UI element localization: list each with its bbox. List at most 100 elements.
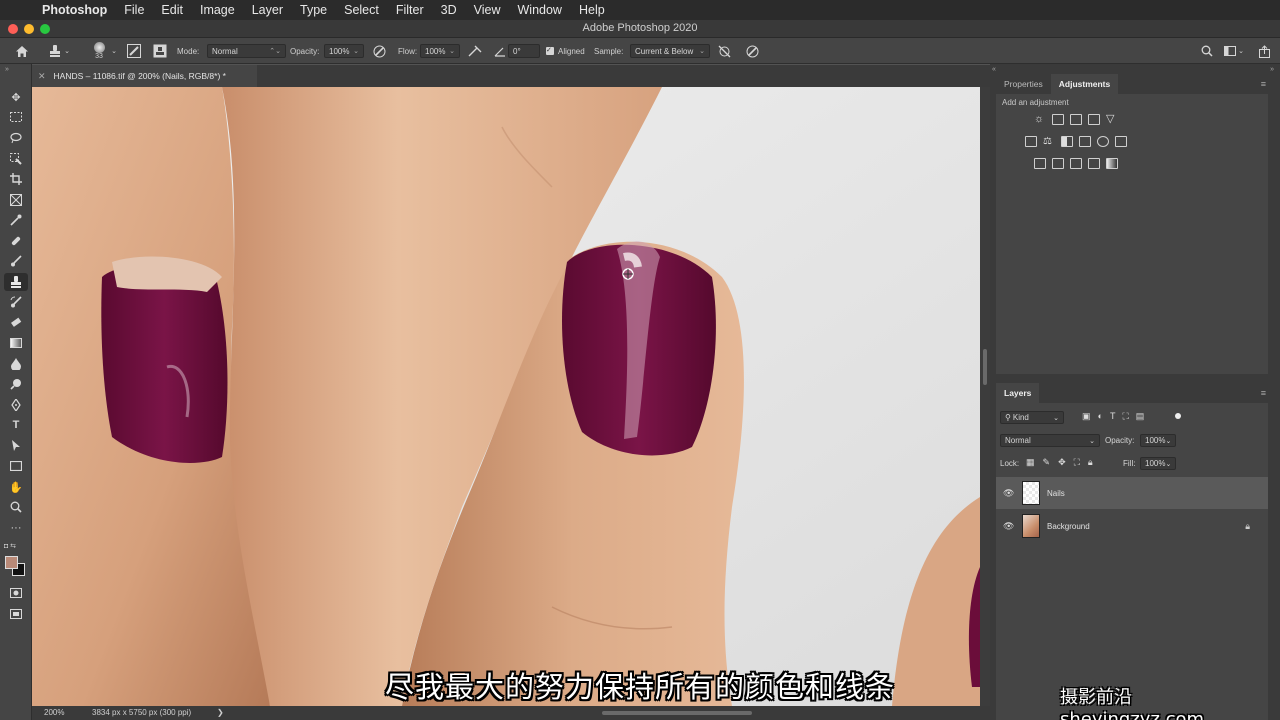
filter-adjustment-icon[interactable]: ◐ — [1098, 411, 1110, 421]
foreground-color-swatch[interactable] — [5, 556, 18, 569]
flow-field[interactable]: 100% ⌄ — [420, 44, 460, 58]
lock-position-icon[interactable]: ✥ — [1058, 457, 1074, 467]
lock-image-icon[interactable]: ✎ — [1043, 457, 1059, 467]
horizontal-scroll-thumb[interactable] — [602, 711, 752, 715]
close-tab-icon[interactable]: ✕ — [38, 71, 46, 82]
lock-transparent-icon[interactable]: ▦ — [1026, 457, 1043, 467]
zoom-level[interactable]: 200% — [44, 708, 64, 717]
blur-tool-icon[interactable] — [4, 355, 28, 373]
expand-icon[interactable]: » — [1270, 66, 1274, 73]
menu-3d[interactable]: 3D — [441, 3, 457, 17]
tab-layers[interactable]: Layers — [996, 383, 1040, 403]
blend-mode-select[interactable]: Normal ⌄ — [1000, 434, 1100, 447]
brush-settings-icon[interactable] — [126, 38, 142, 64]
sample-select[interactable]: Current & Below ⌄ — [630, 44, 710, 58]
layer-opacity-field[interactable]: 100% ⌄ — [1140, 434, 1176, 447]
visibility-eye-icon[interactable]: 👁︎ — [1003, 488, 1014, 499]
opacity-field[interactable]: 100% ⌄ — [324, 44, 364, 58]
search-icon[interactable] — [1199, 38, 1215, 64]
selective-color-icon[interactable] — [1088, 158, 1100, 169]
vertical-scroll-thumb[interactable] — [983, 349, 987, 385]
workspace-icon[interactable]: ⌄ — [1222, 38, 1246, 64]
collapse-icon[interactable]: « — [992, 66, 996, 73]
filter-shape-icon[interactable]: ⛶ — [1122, 411, 1135, 421]
frame-tool-icon[interactable] — [4, 191, 28, 209]
panel-menu-icon[interactable]: ≡ — [1261, 79, 1266, 89]
tab-properties[interactable]: Properties — [996, 74, 1051, 94]
eyedropper-tool-icon[interactable] — [4, 211, 28, 229]
document-tab[interactable]: ✕ HANDS – 11086.tif @ 200% (Nails, RGB/8… — [32, 65, 257, 87]
menu-layer[interactable]: Layer — [252, 3, 283, 17]
menu-help[interactable]: Help — [579, 3, 605, 17]
lock-all-icon[interactable]: 🔒︎ — [1088, 457, 1101, 467]
brush-size-picker[interactable]: 33 — [88, 38, 110, 64]
color-lookup-icon[interactable] — [1115, 136, 1127, 147]
type-tool-icon[interactable]: T — [4, 416, 28, 434]
layer-filter-select[interactable]: ⚲ Kind ⌄ — [1000, 411, 1064, 424]
history-brush-tool-icon[interactable] — [4, 293, 28, 311]
marquee-tool-icon[interactable] — [4, 108, 28, 126]
filter-toggle-icon[interactable] — [1175, 413, 1181, 419]
rectangle-tool-icon[interactable] — [4, 457, 28, 475]
zoom-tool-icon[interactable] — [4, 498, 28, 516]
clone-stamp-preset-picker[interactable]: ⌄ — [44, 38, 74, 64]
quick-mask-icon[interactable] — [4, 584, 28, 602]
brush-tool-icon[interactable] — [4, 252, 28, 270]
clone-stamp-tool-icon[interactable] — [4, 273, 28, 291]
brightness-contrast-icon[interactable]: ☼ — [1034, 114, 1046, 125]
home-icon[interactable] — [12, 38, 32, 64]
menu-image[interactable]: Image — [200, 3, 235, 17]
menu-type[interactable]: Type — [300, 3, 327, 17]
photo-filter-icon[interactable] — [1079, 136, 1091, 147]
screen-mode-icon[interactable] — [4, 605, 28, 623]
pressure-size-icon[interactable] — [744, 38, 760, 64]
pressure-opacity-icon[interactable] — [371, 38, 387, 64]
mode-select[interactable]: Normal ⌃⌄ — [207, 44, 286, 58]
vibrance-icon[interactable]: ▽ — [1106, 114, 1118, 125]
panel-menu-icon[interactable]: ≡ — [1261, 388, 1266, 398]
menu-app-name[interactable]: Photoshop — [42, 3, 107, 17]
lasso-tool-icon[interactable] — [4, 129, 28, 147]
pen-tool-icon[interactable] — [4, 396, 28, 414]
threshold-icon[interactable] — [1070, 158, 1082, 169]
share-icon[interactable] — [1256, 38, 1272, 64]
healing-brush-tool-icon[interactable] — [4, 232, 28, 250]
menu-select[interactable]: Select — [344, 3, 379, 17]
chevron-down-icon[interactable]: ⌄ — [110, 38, 118, 64]
gradient-tool-icon[interactable] — [4, 334, 28, 352]
layer-lock-icon[interactable]: 🔒︎ — [1245, 521, 1250, 532]
airbrush-icon[interactable] — [467, 38, 483, 64]
quick-selection-tool-icon[interactable] — [4, 150, 28, 168]
swap-colors-icon[interactable]: ◘ ⇆ — [4, 542, 28, 552]
layer-row-nails[interactable]: 👁︎ Nails — [996, 477, 1268, 509]
ignore-adjustment-layers-icon[interactable] — [716, 38, 732, 64]
levels-icon[interactable] — [1052, 114, 1064, 125]
hand-tool-icon[interactable]: ✋ — [4, 478, 28, 496]
path-selection-tool-icon[interactable] — [4, 437, 28, 455]
tab-adjustments[interactable]: Adjustments — [1050, 74, 1119, 94]
more-tools-icon[interactable]: ··· — [4, 519, 28, 537]
layer-row-background[interactable]: 👁︎ Background 🔒︎ — [996, 510, 1268, 542]
crop-tool-icon[interactable] — [4, 170, 28, 188]
menu-edit[interactable]: Edit — [161, 3, 183, 17]
lock-artboard-icon[interactable]: ⛶ — [1074, 457, 1088, 467]
exposure-icon[interactable] — [1088, 114, 1100, 125]
visibility-eye-icon[interactable]: 👁︎ — [1003, 521, 1014, 532]
filter-type-icon[interactable]: T — [1110, 411, 1123, 421]
posterize-icon[interactable] — [1052, 158, 1064, 169]
eraser-tool-icon[interactable] — [4, 314, 28, 332]
menu-view[interactable]: View — [474, 3, 501, 17]
filter-smart-object-icon[interactable]: ▤ — [1136, 411, 1152, 421]
menu-filter[interactable]: Filter — [396, 3, 424, 17]
filter-pixel-icon[interactable]: ▣ — [1082, 411, 1098, 421]
curves-icon[interactable] — [1070, 114, 1082, 125]
color-balance-icon[interactable]: ⚖ — [1043, 136, 1055, 147]
aligned-checkbox[interactable]: ✓ — [546, 47, 554, 55]
dodge-tool-icon[interactable] — [4, 375, 28, 393]
clone-source-icon[interactable] — [152, 38, 168, 64]
collapse-icon[interactable]: » — [5, 66, 9, 73]
vertical-scrollbar[interactable] — [980, 87, 990, 706]
menu-file[interactable]: File — [124, 3, 144, 17]
angle-field[interactable]: 0° — [508, 44, 540, 58]
fill-field[interactable]: 100% ⌄ — [1140, 457, 1176, 470]
